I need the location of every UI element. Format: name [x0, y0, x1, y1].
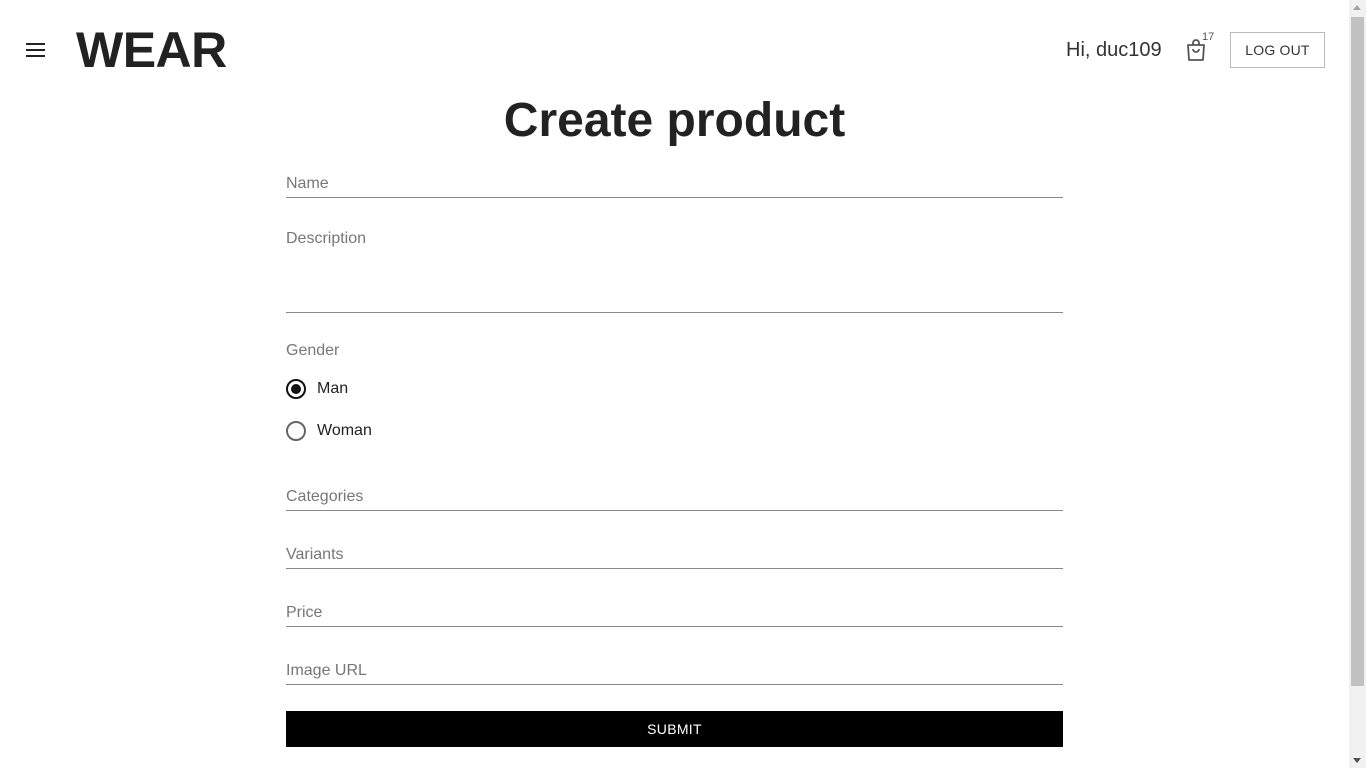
gender-option-woman[interactable]: Woman [286, 421, 372, 441]
vertical-scrollbar[interactable] [1349, 0, 1366, 768]
scroll-down-arrow-icon[interactable] [1353, 758, 1361, 763]
price-field-container [286, 600, 1063, 627]
scroll-up-arrow-icon[interactable] [1353, 5, 1361, 10]
price-input[interactable] [286, 600, 1063, 626]
submit-button[interactable]: SUBMIT [286, 711, 1063, 747]
description-input[interactable] [286, 229, 1063, 311]
variants-field-container [286, 542, 1063, 569]
scrollbar-thumb[interactable] [1351, 17, 1364, 686]
name-field-container [286, 171, 1063, 198]
page-title: Create product [503, 94, 846, 147]
page: WEAR Hi, duc109 17 LOG OUT Create produc… [0, 0, 1349, 768]
gender-option-label: Man [317, 380, 349, 397]
radio-checked-icon[interactable] [286, 379, 306, 399]
variants-input[interactable] [286, 542, 1063, 568]
image-url-field-container [286, 658, 1063, 685]
image-url-input[interactable] [286, 658, 1063, 684]
name-input[interactable] [286, 171, 1063, 197]
user-greeting: Hi, duc109 [1066, 39, 1162, 61]
logo[interactable]: WEAR [76, 22, 227, 78]
categories-field-container [286, 484, 1063, 511]
gender-option-label: Woman [317, 422, 372, 439]
radio-unchecked-icon[interactable] [286, 421, 306, 441]
gender-option-man[interactable]: Man [286, 379, 348, 399]
hamburger-menu-icon[interactable] [26, 43, 46, 57]
categories-input[interactable] [286, 484, 1063, 510]
cart-count-badge: 17 [1202, 31, 1215, 43]
description-field-container [286, 229, 1063, 313]
gender-label: Gender [286, 342, 340, 359]
logout-button[interactable]: LOG OUT [1230, 32, 1325, 68]
